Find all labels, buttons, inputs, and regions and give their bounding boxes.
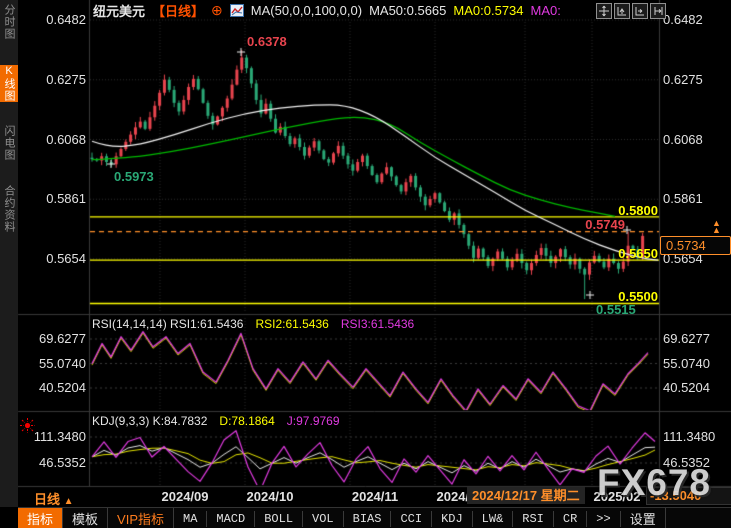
chart-application-window: 分时图 K线图闪电图合约资料 纽元美元 【日线】 ⊕ MA(50,0,0,100,… — [0, 0, 731, 528]
toolbar-item-BOLL[interactable]: BOLL — [255, 511, 303, 527]
ma0-value-yellow: MA0:0.5734 — [453, 3, 523, 18]
time-axis-label-2: 2024/11 — [352, 489, 398, 504]
axis-kdj-right-label-0: 111.3480 — [663, 429, 729, 444]
last-price-tag: 0.5734 — [660, 236, 731, 255]
rsi3-value: RSI3:61.5436 — [341, 317, 414, 331]
axis-kdj-left-label-1: 46.5352 — [24, 455, 86, 470]
ma50-value: MA50:0.5665 — [369, 3, 446, 18]
chart-info-bar: 纽元美元 【日线】 ⊕ MA(50,0,0,100,0,0) MA50:0.56… — [93, 2, 561, 19]
chevron-up-icon: ▲ — [64, 496, 74, 507]
period-selector[interactable]: 日线 ▲ — [34, 489, 74, 508]
axis-main-left-label-3: 0.5861 — [24, 191, 86, 206]
kdj-j-value: J:97.9769 — [287, 414, 340, 428]
left-sidebar: 分时图 K线图闪电图合约资料 — [0, 0, 18, 507]
toolbar-item-RSI[interactable]: RSI — [513, 511, 554, 527]
kdj-k-value: KDJ(9,3,3) K:84.7832 — [92, 414, 207, 428]
period-selector-label: 日线 — [34, 492, 60, 507]
axis-main-left-label-4: 0.5654 — [24, 251, 86, 266]
axis-rsi-right-label-1: 55.0740 — [663, 356, 729, 371]
toolbar-item-KDJ[interactable]: KDJ — [432, 511, 473, 527]
sidebar-tab-1[interactable]: 分时图 — [0, 4, 18, 40]
time-axis-label-1: 2024/10 — [247, 489, 294, 504]
rsi-header: RSI(14,14,14) RSI1:61.5436 RSI2:61.5436 … — [92, 317, 414, 331]
toolbar-item-VIP[interactable]: VIP指标 — [108, 508, 174, 528]
axis-rsi-left-label-0: 69.6277 — [24, 331, 86, 346]
symbol-name: 纽元美元 — [93, 1, 145, 20]
axis-rsi-right-label-2: 40.5204 — [663, 380, 729, 395]
toolbar-item-CCI[interactable]: CCI — [391, 511, 432, 527]
toolbar-item-[interactable]: 指标 — [18, 508, 63, 528]
toolbar-item-MA[interactable]: MA — [174, 511, 207, 527]
scroll-to-latest-icon[interactable]: ▲▲ — [712, 220, 721, 234]
toolbar-item-MACD[interactable]: MACD — [207, 511, 255, 527]
level-label-5749: 0.5749 — [545, 217, 625, 232]
toolbar-item-[interactable]: 模板 — [63, 508, 108, 528]
axis-main-right-label-0: 0.6482 — [663, 12, 729, 27]
axis-main-right-label-1: 0.6275 — [663, 72, 729, 87]
toolbar-item-LW[interactable]: LW& — [473, 511, 514, 527]
axis-scale-up-icon[interactable] — [614, 3, 630, 19]
axis-rsi-left-label-1: 55.0740 — [24, 356, 86, 371]
ma0-value-magenta: MA0: — [531, 3, 561, 18]
high-point-label: 0.6378 — [247, 34, 287, 49]
period-tag: 【日线】 — [152, 1, 204, 20]
ma-chart-icon[interactable] — [230, 4, 244, 17]
crosshair-move-icon[interactable] — [596, 3, 612, 19]
time-axis-label-0: 2024/09 — [162, 489, 209, 504]
toolbar-item-BIAS[interactable]: BIAS — [344, 511, 392, 527]
indicator-toolbar: 指标模板VIP指标MAMACDBOLLVOLBIASCCIKDJLW&RSICR… — [18, 507, 731, 528]
kdj-d-value: D:78.1864 — [219, 414, 274, 428]
axis-scale-right-icon[interactable] — [632, 3, 648, 19]
chart-canvas[interactable] — [0, 0, 731, 528]
alert-spark-icon[interactable] — [20, 418, 35, 438]
toolbar-item-[interactable]: 设置 — [621, 508, 666, 528]
axis-main-right-label-3: 0.5861 — [663, 191, 729, 206]
early-low-point-label: 0.5973 — [114, 169, 154, 184]
add-indicator-icon[interactable]: ⊕ — [211, 2, 223, 19]
axis-rsi-left-label-2: 40.5204 — [24, 380, 86, 395]
axis-main-left-label-1: 0.6275 — [24, 72, 86, 87]
toolbar-item-[interactable]: >> — [587, 511, 620, 527]
toolbar-item-VOL[interactable]: VOL — [303, 511, 344, 527]
rsi2-value: RSI2:61.5436 — [255, 317, 328, 331]
rsi1-value: RSI(14,14,14) RSI1:61.5436 — [92, 317, 243, 331]
level-label-5650: 0.5650 — [578, 246, 658, 261]
level-label-5800: 0.5800 — [578, 203, 658, 218]
low-point-label: 0.5515 — [596, 302, 636, 317]
axis-rsi-right-label-0: 69.6277 — [663, 331, 729, 346]
toolbar-item-CR[interactable]: CR — [554, 511, 587, 527]
kdj-header: KDJ(9,3,3) K:84.7832 D:78.1864 J:97.9769 — [92, 414, 340, 428]
sidebar-tab-3[interactable]: 闪电图 — [0, 125, 18, 161]
ma-settings-label: MA(50,0,0,100,0,0) — [251, 3, 362, 18]
sidebar-tab-4[interactable]: 合约资料 — [0, 185, 18, 233]
axis-main-left-label-2: 0.6068 — [24, 132, 86, 147]
axis-main-left-label-0: 0.6482 — [24, 12, 86, 27]
crosshair-date-box: 2024/12/17 星期二 — [467, 487, 585, 504]
fx678-watermark: FX678 — [597, 462, 711, 504]
pan-to-latest-icon[interactable] — [650, 3, 666, 19]
chart-tool-buttons — [596, 3, 666, 19]
axis-main-right-label-2: 0.6068 — [663, 132, 729, 147]
sidebar-tab-2[interactable]: K线图 — [0, 65, 18, 102]
